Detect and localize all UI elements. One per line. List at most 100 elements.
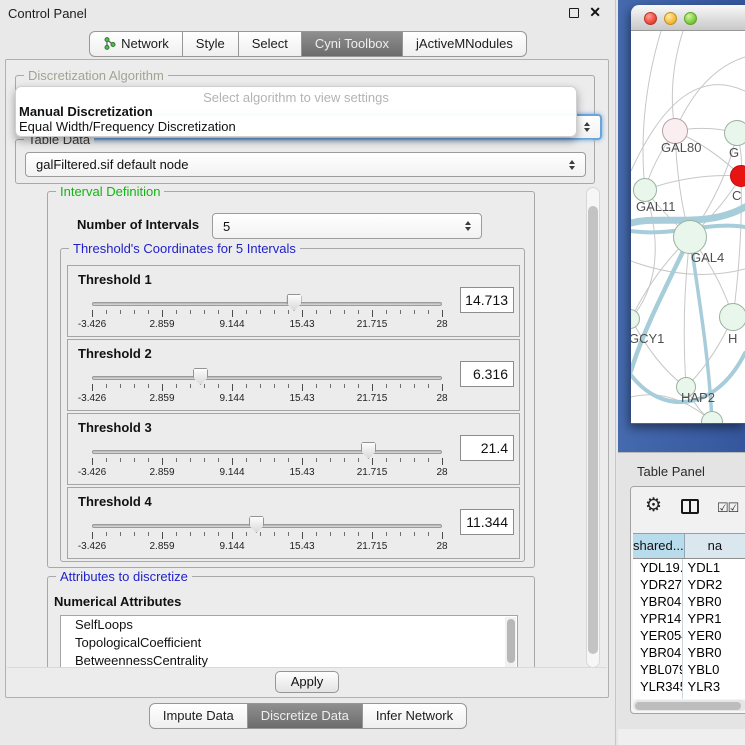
attribute-item-betweennesscentrality[interactable]: BetweennessCentrality [61,652,517,668]
tick-mark [358,384,359,388]
select-columns-icons[interactable]: ☑☑ [717,500,738,516]
slider-track[interactable] [92,302,442,306]
tab-jactivemnodules[interactable]: jActiveMNodules [403,31,527,57]
minimize-traffic-light[interactable] [664,12,677,25]
threshold-label: Threshold 1 [78,272,152,287]
tick-mark [120,532,121,536]
threshold-value-field[interactable]: 21.4 [460,435,514,461]
status-strip [618,729,745,745]
tick-mark [134,458,135,462]
tick-mark [134,532,135,536]
slider-track[interactable] [92,376,442,380]
scrollbar-thumb[interactable] [588,206,598,654]
list-scrollbar[interactable] [505,617,516,668]
table-row[interactable]: YBL079WYBL0 [633,661,745,678]
tick-mark [204,310,205,314]
table-row[interactable]: YPR145WYPR1 [633,610,745,627]
table-panel-title: Table Panel [637,464,705,479]
close-traffic-light[interactable] [644,12,657,25]
tick-label: 21.715 [357,319,388,330]
tab-cyni-toolbox[interactable]: Cyni Toolbox [302,31,403,57]
tab-discretize-data[interactable]: Discretize Data [248,703,363,729]
attribute-item-selfloops[interactable]: SelfLoops [61,616,517,634]
slider-thumb[interactable] [249,516,264,533]
table-row[interactable]: YBR043CYBR0 [633,593,745,610]
tick-label: 2.859 [149,319,174,330]
float-window-icon[interactable] [569,8,579,18]
gear-icon[interactable]: ⚙ [645,496,662,515]
split-columns-icon[interactable] [681,499,699,514]
table-row[interactable]: YER054CYER0 [633,627,745,644]
column-header-na[interactable]: na [685,534,745,558]
tick-label: 2.859 [149,393,174,404]
slider-track[interactable] [92,450,442,454]
network-node-gal4[interactable] [673,220,707,254]
table-row[interactable]: YBR045CYBR0 [633,644,745,661]
slider-thumb[interactable] [361,442,376,459]
network-node-c[interactable] [730,165,745,187]
slider-track[interactable] [92,524,442,528]
tab-network[interactable]: Network [89,31,183,57]
tick-label: 15.43 [289,541,314,552]
number-of-intervals-label: Number of Intervals [77,217,199,232]
table-row[interactable]: YDL19...YDL1 [633,559,745,576]
threshold-label: Threshold 2 [78,346,152,361]
table-row[interactable]: YDR27...YDR2 [633,576,745,593]
table-data-combo[interactable]: galFiltered.sif default node [25,152,586,177]
apply-button[interactable]: Apply [275,671,340,693]
tick-mark [344,532,345,536]
tab-label: Style [196,36,225,51]
threshold-panel-1: Threshold 1-3.4262.8599.14415.4321.71528… [67,265,520,337]
tick-mark [176,532,177,536]
scrollbar-thumb[interactable] [635,702,741,710]
tick-mark [148,458,149,462]
tick-label: 9.144 [219,467,244,478]
window-title: Control Panel [8,6,87,21]
tick-mark [120,458,121,462]
threshold-value-field[interactable]: 6.316 [460,361,514,387]
network-window-titlebar [631,5,745,31]
tick-mark [330,310,331,314]
tick-mark [232,458,233,465]
tick-mark [288,384,289,388]
tick-mark [386,532,387,536]
node-table: ⚙ ☑☑ shared...na YDL19...YDL1YDR27...YDR… [630,486,745,714]
panel-scrollbar[interactable] [586,187,600,668]
tick-mark [148,384,149,388]
network-canvas[interactable]: GAL80GCGAL11GAL4GCY1HHAP2 [631,31,745,423]
network-node-g[interactable] [724,120,745,146]
table-cell: YDR2 [683,576,745,593]
tick-mark [176,384,177,388]
menu-item-manual-discretization[interactable]: Manual Discretization [19,104,153,119]
tab-select[interactable]: Select [239,31,302,57]
horizontal-scrollbar[interactable] [633,700,745,711]
tab-infer-network[interactable]: Infer Network [363,703,467,729]
threshold-value-field[interactable]: 14.713 [460,287,514,313]
tab-impute-data[interactable]: Impute Data [149,703,248,729]
tick-mark [148,532,149,536]
slider-thumb[interactable] [193,368,208,385]
tab-label: Discretize Data [261,708,349,723]
tick-mark [106,532,107,536]
tab-style[interactable]: Style [183,31,239,57]
number-of-intervals-combo[interactable]: 5 [212,213,482,239]
tick-mark [428,310,429,314]
tick-mark [106,458,107,462]
node-label-gcy1: GCY1 [631,331,664,346]
column-header-shared[interactable]: shared... [633,534,685,558]
zoom-traffic-light[interactable] [684,12,697,25]
network-node-h[interactable] [719,303,745,331]
threshold-value-field[interactable]: 11.344 [460,509,514,535]
table-row[interactable]: YLR345WYLR3 [633,678,745,695]
tick-mark [386,310,387,314]
tick-mark [260,310,261,314]
menu-item-equal-width-frequency[interactable]: Equal Width/Frequency Discretization [19,119,236,134]
tick-mark [120,384,121,388]
scrollbar-thumb[interactable] [507,619,515,663]
table-row[interactable]: YIL052CYIL0 [633,695,745,699]
slider-thumb[interactable] [287,294,302,311]
node-label-h: H [728,331,737,346]
close-icon[interactable]: ✕ [589,4,601,21]
numerical-attributes-list[interactable]: SelfLoopsTopologicalCoefficientBetweenne… [60,615,518,668]
attribute-item-topologicalcoefficient[interactable]: TopologicalCoefficient [61,634,517,652]
